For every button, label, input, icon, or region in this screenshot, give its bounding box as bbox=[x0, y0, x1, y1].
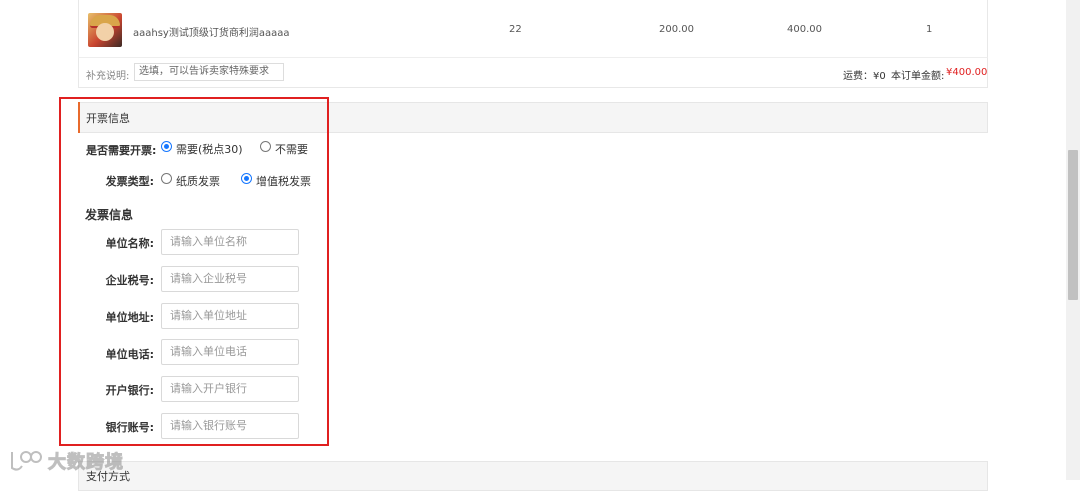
product-name[interactable]: aaahsy测试顶级订货商利润aaaaa bbox=[133, 24, 290, 39]
product-subtotal: 400.00 bbox=[787, 24, 822, 35]
product-unit-price: 200.00 bbox=[659, 24, 694, 35]
watermark-text: 大数跨境 bbox=[48, 452, 124, 474]
product-extra-value: 1 bbox=[926, 24, 933, 35]
order-total-label: 本订单金额: bbox=[891, 71, 945, 82]
product-thumbnail[interactable] bbox=[88, 13, 122, 47]
payment-section-header bbox=[78, 461, 988, 491]
order-total-value: ¥400.00 bbox=[946, 67, 988, 78]
shipping-fee: 运费：¥0 bbox=[843, 71, 886, 82]
note-label: 补充说明: bbox=[86, 71, 130, 82]
watermark-logo-icon bbox=[11, 451, 42, 471]
note-input[interactable]: 选填，可以告诉卖家特殊要求 bbox=[134, 63, 284, 81]
watermark: 大数跨境 bbox=[8, 446, 124, 476]
scrollbar-thumb[interactable] bbox=[1068, 150, 1078, 300]
product-quantity: 22 bbox=[509, 24, 522, 35]
highlight-box bbox=[59, 97, 329, 446]
